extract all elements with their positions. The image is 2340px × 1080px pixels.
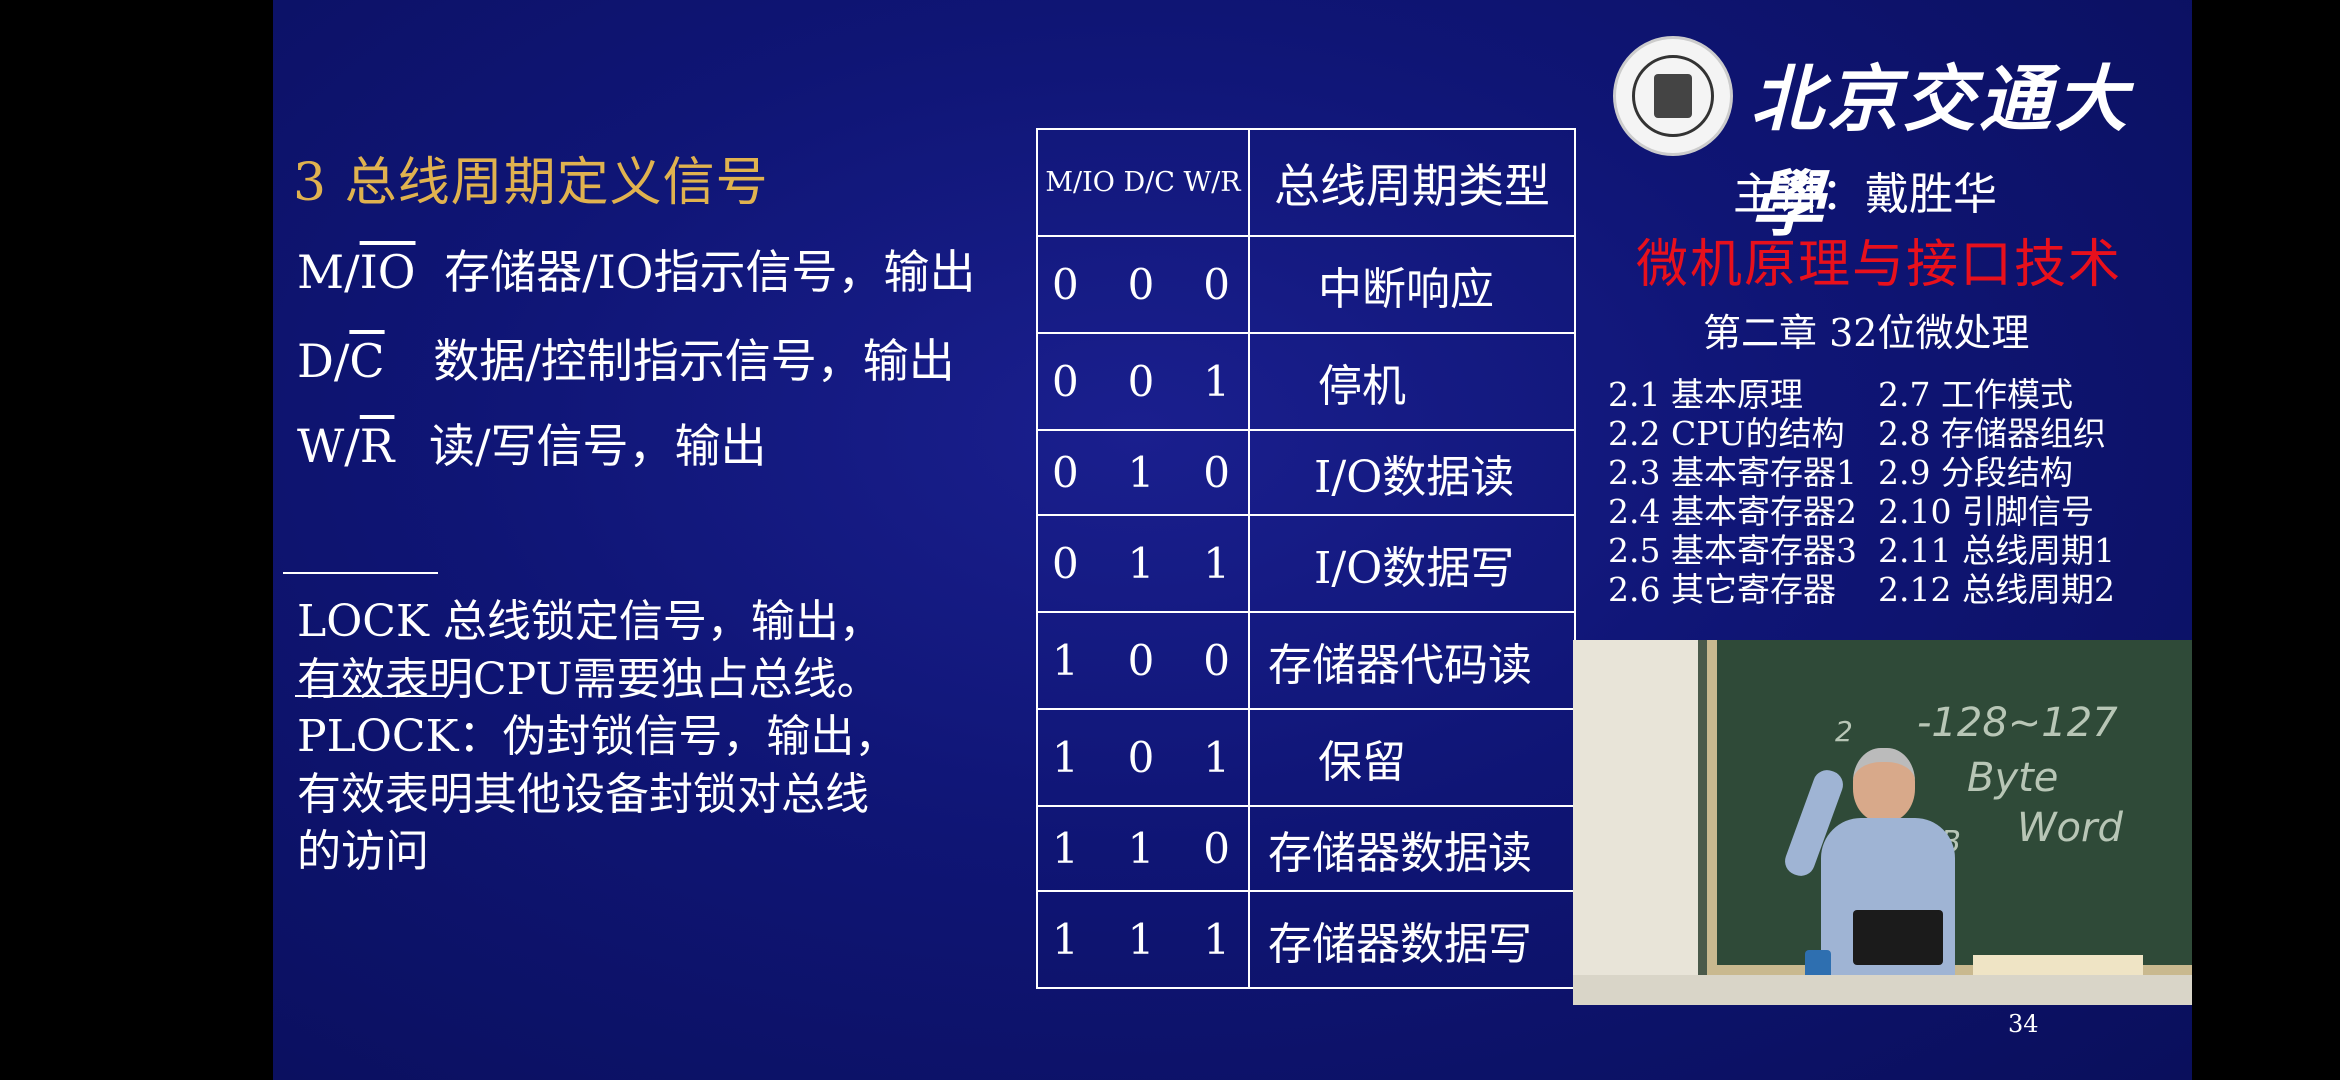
signal-bit: 1 [1127, 448, 1155, 497]
cycle-type-cell: 中断响应 [1248, 235, 1576, 334]
head [1853, 748, 1915, 822]
desk [1573, 975, 2192, 1005]
chapter-title: 第二章 32位微处理 [1703, 311, 2030, 355]
signal-bits: 000 [1038, 260, 1248, 309]
signal-bit: 1 [1127, 824, 1155, 873]
signal-bit: 1 [1052, 733, 1079, 782]
cycle-type-cell: I/O数据写 [1248, 514, 1576, 613]
signal-bit: 1 [1127, 915, 1155, 964]
signal-bit: 1 [1052, 915, 1079, 964]
header-signals: M/IO D/C W/R [1036, 128, 1250, 237]
lecture-video-inset: -128~127 Byte Word 1TB 2 [1573, 640, 2192, 1005]
signal-bits: 100 [1038, 636, 1248, 685]
cycle-type-cell: 停机 [1248, 332, 1576, 431]
cycle-type-cell: 存储器数据读 [1248, 805, 1576, 892]
signal-bits: 011 [1038, 539, 1248, 588]
table-body: 0 0 0 中断响应 0 0 1 停机 0 1 0 I/O数据读 0 1 1 I/O数据写 1 0 0 存储器代码读 1… [1036, 235, 1576, 989]
signal-bit: 1 [1052, 824, 1079, 873]
signal-bit: 0 [1127, 357, 1155, 406]
signal-bits-cell: 001 [1036, 332, 1250, 431]
seal-emblem [1654, 74, 1692, 118]
lock-overbar [283, 572, 438, 574]
signal-bit: 0 [1052, 448, 1079, 497]
table-row: 1 1 1 存储器数据写 [1036, 890, 1576, 989]
plock-line-1: PLOCK：伪封锁信号，输出， [297, 711, 899, 762]
plock-line-2: 有效表明其他设备封锁对总线 [297, 769, 869, 820]
signal-bit: 0 [1127, 260, 1155, 309]
header-type: 总线周期类型 [1248, 128, 1576, 237]
bus-cycle-table: M/IO D/C W/R 总线周期类型 0 0 0 中断响应 0 0 1 停机 0 1 0 I/O数据… [1036, 128, 1576, 989]
table-row: 0 1 1 I/O数据写 [1036, 514, 1576, 613]
signal-bit: 0 [1203, 448, 1230, 497]
signal-bit: 1 [1052, 636, 1079, 685]
table-row: 0 0 0 中断响应 [1036, 235, 1576, 334]
table-row: 1 0 1 保留 [1036, 708, 1576, 807]
signal-bit: 0 [1052, 357, 1079, 406]
signal-mio: M/IO 存储器/IO指示信号，输出 [297, 245, 976, 299]
table-row: 1 1 0 存储器数据读 [1036, 805, 1576, 892]
lock-line-1: LOCK 总线锁定信号，输出， [297, 596, 883, 647]
signal-bit: 1 [1203, 915, 1230, 964]
cycle-type-cell: 存储器代码读 [1248, 611, 1576, 710]
slide: 3 总线周期定义信号 M/IO 存储器/IO指示信号，输出 D/C 数据/控制指… [273, 0, 2192, 1080]
chalk-two: 2 [1835, 715, 1853, 748]
signal-bit: 1 [1203, 733, 1230, 782]
torso [1821, 818, 1955, 998]
plock-line-3: 的访问 [297, 826, 429, 877]
signal-dc: D/C 数据/控制指示信号，输出 [297, 334, 955, 388]
papers [1973, 955, 2143, 977]
signal-wr: W/R 读/写信号，输出 [297, 419, 767, 473]
table-header-row: M/IO D/C W/R 总线周期类型 [1036, 128, 1576, 237]
signal-bit: 0 [1127, 636, 1155, 685]
signal-bits-cell: 011 [1036, 514, 1250, 613]
table-row: 1 0 0 存储器代码读 [1036, 611, 1576, 710]
signal-bits-cell: 110 [1036, 805, 1250, 892]
university-seal-logo [1613, 36, 1733, 156]
lecturer: 主讲：戴胜华 [1733, 169, 1997, 220]
signal-bit: 1 [1203, 539, 1230, 588]
signal-bits: 101 [1038, 733, 1248, 782]
signal-bits-cell: 010 [1036, 429, 1250, 516]
chalk-word: Word [2017, 805, 2123, 851]
signal-bits: 010 [1038, 448, 1248, 497]
signal-bits: 110 [1038, 824, 1248, 873]
laptop [1853, 910, 1943, 965]
signal-bit: 0 [1203, 636, 1230, 685]
wall [1573, 640, 1698, 1005]
course-title: 微机原理与接口技术 [1636, 235, 2123, 295]
signal-bit: 0 [1203, 824, 1230, 873]
signal-bits: 111 [1038, 915, 1248, 964]
chalk-range: -128~127 [1917, 700, 2118, 746]
signal-bits-cell: 000 [1036, 235, 1250, 334]
table-row: 0 1 0 I/O数据读 [1036, 429, 1576, 516]
seal-ring [1632, 55, 1714, 137]
signal-bit: 1 [1203, 357, 1230, 406]
plock-overbar [295, 695, 445, 697]
section-title: 3 总线周期定义信号 [293, 153, 769, 213]
toc-item: 2.6 其它寄存器 [1608, 570, 1836, 609]
signal-bit: 1 [1127, 539, 1155, 588]
signal-bits-cell: 100 [1036, 611, 1250, 710]
signal-bit: 0 [1052, 260, 1079, 309]
chalk-byte: Byte [1967, 755, 2059, 801]
signal-bits-cell: 111 [1036, 890, 1250, 989]
signal-bits: 001 [1038, 357, 1248, 406]
cycle-type-cell: 保留 [1248, 708, 1576, 807]
signal-bit: 0 [1127, 733, 1155, 782]
signal-bit: 0 [1052, 539, 1079, 588]
page-number: 34 [2008, 1010, 2039, 1038]
signal-bits-cell: 101 [1036, 708, 1250, 807]
toc-item: 2.12 总线周期2 [1878, 570, 2115, 609]
cycle-type-cell: I/O数据读 [1248, 429, 1576, 516]
lock-line-2: 有效表明CPU需要独占总线。 [297, 654, 881, 705]
table-row: 0 0 1 停机 [1036, 332, 1576, 431]
cycle-type-cell: 存储器数据写 [1248, 890, 1576, 989]
signal-bit: 0 [1203, 260, 1230, 309]
